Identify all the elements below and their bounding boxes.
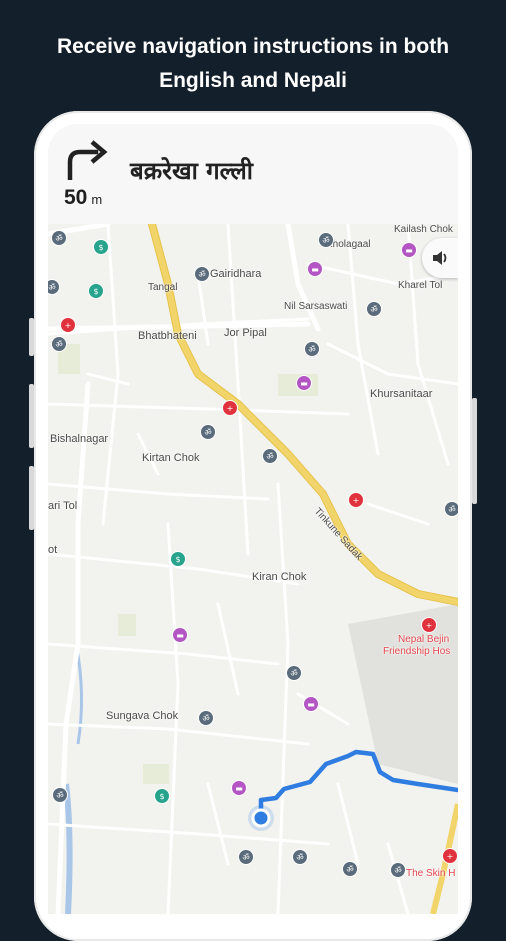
map-label: ot [48, 544, 58, 556]
map-label: Kharel Tol [398, 280, 443, 291]
street-name: बक्ररेखा गल्ली [130, 157, 253, 185]
hospital-icon[interactable]: + [222, 400, 238, 416]
map-label: Gairidhara [210, 268, 262, 280]
hotel-icon[interactable]: ▬ [172, 627, 188, 643]
temple-icon[interactable]: ॐ [342, 861, 358, 877]
hospital-icon[interactable]: + [60, 317, 76, 333]
navigation-instruction-bar: 50 m बक्ररेखा गल्ली [48, 124, 458, 224]
temple-icon[interactable]: ॐ [292, 849, 308, 865]
hotel-icon[interactable]: ▬ [401, 242, 417, 258]
temple-icon[interactable]: ॐ [51, 336, 67, 352]
bank-icon[interactable]: $ [170, 551, 186, 567]
map-label-hospital: Friendship Hos [383, 646, 451, 657]
bank-icon[interactable]: $ [154, 788, 170, 804]
current-location-icon [248, 805, 274, 831]
phone-side-button [29, 466, 34, 530]
phone-power-button [472, 398, 477, 504]
temple-icon[interactable]: ॐ [200, 424, 216, 440]
temple-icon[interactable]: ॐ [318, 232, 334, 248]
headline-line-1: Receive navigation instructions in both [56, 35, 450, 58]
distance-value: 50 [64, 186, 88, 209]
hotel-icon[interactable]: ▬ [296, 375, 312, 391]
temple-icon[interactable]: ॐ [198, 710, 214, 726]
turn-right-arrow-icon [67, 140, 108, 180]
headline: Receive navigation instructions in both … [0, 30, 506, 98]
hospital-icon[interactable]: + [348, 492, 364, 508]
map-label: Sungava Chok [106, 710, 179, 722]
temple-icon[interactable]: ॐ [366, 301, 382, 317]
volume-button[interactable] [422, 238, 458, 278]
temple-icon[interactable]: ॐ [304, 341, 320, 357]
temple-icon[interactable]: ॐ [262, 448, 278, 464]
temple-icon[interactable]: ॐ [444, 501, 458, 517]
temple-icon[interactable]: ॐ [194, 266, 210, 282]
hotel-icon[interactable]: ▬ [231, 780, 247, 796]
map-label: Tangal [148, 282, 178, 293]
map-label: Nil Sarsaswati [284, 301, 348, 312]
headline-line-2: English and Nepali [159, 69, 347, 92]
phone-side-button [29, 318, 34, 356]
map-view[interactable]: Kailash Chok Kholagaal Gairidhara Tangal… [48, 220, 458, 914]
temple-icon[interactable]: ॐ [238, 849, 254, 865]
distance-readout: 50 m [64, 186, 102, 210]
map-label: ari Tol [48, 500, 78, 512]
volume-icon [433, 251, 447, 265]
temple-icon[interactable]: ॐ [51, 230, 67, 246]
phone-side-button [29, 384, 34, 448]
map-label-hospital: Nepal Bejin [398, 634, 450, 645]
phone-screen: 50 m बक्ररेखा गल्ली Kailash Chok Kholaga… [48, 124, 458, 914]
map-label-hospital: The Skin H [406, 868, 456, 879]
temple-icon[interactable]: ॐ [52, 787, 68, 803]
map-label: Jor Pipal [224, 327, 267, 339]
distance-unit: m [91, 192, 103, 207]
map-label: Khursanitaar [370, 388, 433, 400]
map-label: Bhatbhateni [138, 330, 197, 342]
hotel-icon[interactable]: ▬ [303, 696, 319, 712]
temple-icon[interactable]: ॐ [390, 862, 406, 878]
hospital-icon[interactable]: + [442, 848, 458, 864]
map-label: Kailash Chok [394, 224, 453, 235]
map-label: Kirtan Chok [142, 452, 200, 464]
hotel-icon[interactable]: ▬ [307, 261, 323, 277]
bank-icon[interactable]: $ [93, 239, 109, 255]
temple-icon[interactable]: ॐ [286, 665, 302, 681]
map-label: Kiran Chok [252, 571, 307, 583]
map-label: Bishalnagar [50, 433, 109, 445]
bank-icon[interactable]: $ [88, 283, 104, 299]
hospital-icon[interactable]: + [421, 617, 437, 633]
